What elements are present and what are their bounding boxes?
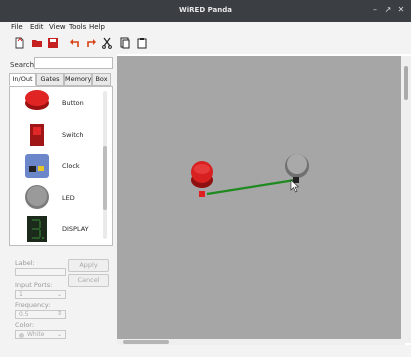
undo-icon[interactable] — [69, 37, 81, 49]
apply-button[interactable]: Apply — [68, 259, 109, 272]
palette-item-switch[interactable]: Switch — [10, 119, 106, 153]
toolbar — [0, 34, 411, 54]
color-swatch-icon — [19, 333, 24, 338]
menu-edit[interactable]: Edit — [30, 23, 44, 31]
frequency-spinbox[interactable]: 0.5 ⇕ — [15, 310, 66, 319]
label-field-label: Label: — [15, 259, 35, 267]
search-input[interactable] — [34, 57, 113, 69]
circuit-led[interactable] — [285, 154, 309, 183]
horizontal-scroll-thumb[interactable] — [123, 340, 169, 344]
palette-scrollbar[interactable] — [103, 91, 107, 239]
paste-icon[interactable] — [136, 37, 148, 49]
switch-icon — [30, 124, 44, 146]
palette-label: Button — [62, 99, 84, 107]
chevron-down-icon: ⌄ — [56, 331, 62, 338]
cut-icon[interactable] — [101, 37, 113, 49]
palette-item-clock[interactable]: Clock — [10, 150, 106, 184]
component-palette: Button Switch Clock LED DISPLAY — [9, 86, 113, 246]
chevron-down-icon: ⌄ — [56, 291, 62, 298]
frequency-value: 0.5 — [19, 311, 29, 318]
menu-bar: File Edit View Tools Help — [0, 22, 411, 34]
palette-label: Clock — [62, 162, 80, 170]
color-select[interactable]: White ⌄ — [15, 330, 66, 339]
color-label: Color: — [15, 321, 35, 329]
copy-icon[interactable] — [119, 37, 131, 49]
status-bar — [0, 345, 411, 357]
frequency-label: Frequency: — [15, 301, 51, 309]
palette-label: DISPLAY — [62, 225, 89, 233]
tab-gates[interactable]: Gates — [36, 73, 64, 86]
menu-file[interactable]: File — [11, 23, 23, 31]
open-folder-icon[interactable] — [31, 37, 43, 49]
palette-item-led[interactable]: LED — [10, 182, 106, 216]
label-input[interactable] — [15, 268, 66, 276]
circuit-button[interactable] — [191, 161, 213, 197]
circuit-drawing — [191, 154, 309, 197]
close-button[interactable]: ✕ — [396, 5, 406, 15]
display-icon — [27, 216, 47, 242]
spin-arrows-icon[interactable]: ⇕ — [57, 310, 62, 317]
led-input-port[interactable] — [293, 177, 299, 183]
circuit-canvas[interactable] — [117, 56, 405, 340]
cancel-button[interactable]: Cancel — [68, 274, 109, 287]
input-ports-value: 1 — [19, 291, 23, 298]
canvas-vertical-scrollbar[interactable] — [401, 56, 411, 343]
button-output-port[interactable] — [199, 191, 205, 197]
window-title: WiRED Panda — [179, 6, 232, 14]
menu-tools[interactable]: Tools — [69, 23, 86, 31]
clock-icon — [25, 154, 49, 178]
maximize-button[interactable]: ↗ — [383, 5, 393, 15]
vertical-scroll-thumb[interactable] — [404, 66, 408, 100]
input-ports-select[interactable]: 1 ⌄ — [15, 290, 66, 299]
tab-memory[interactable]: Memory — [64, 73, 92, 86]
led-icon — [25, 185, 49, 209]
palette-label: LED — [62, 194, 75, 202]
tab-box[interactable]: Box — [92, 73, 111, 86]
button-icon — [25, 90, 49, 110]
palette-label: Switch — [62, 131, 84, 139]
color-value: White — [27, 331, 45, 338]
palette-scroll-thumb[interactable] — [103, 146, 107, 210]
search-label: Search: — [10, 61, 37, 69]
palette-item-button[interactable]: Button — [10, 87, 106, 121]
palette-item-display[interactable]: DISPLAY — [10, 213, 106, 245]
menu-help[interactable]: Help — [89, 23, 105, 31]
menu-view[interactable]: View — [49, 23, 66, 31]
title-bar: WiRED Panda – ↗ ✕ — [0, 0, 411, 22]
new-file-icon[interactable] — [13, 37, 25, 49]
input-ports-label: Input Ports: — [15, 281, 53, 289]
minimize-button[interactable]: – — [370, 5, 380, 15]
tab-in-out[interactable]: In/Out — [9, 73, 36, 86]
wire[interactable] — [206, 178, 296, 196]
save-icon[interactable] — [47, 37, 59, 49]
redo-icon[interactable] — [85, 37, 97, 49]
